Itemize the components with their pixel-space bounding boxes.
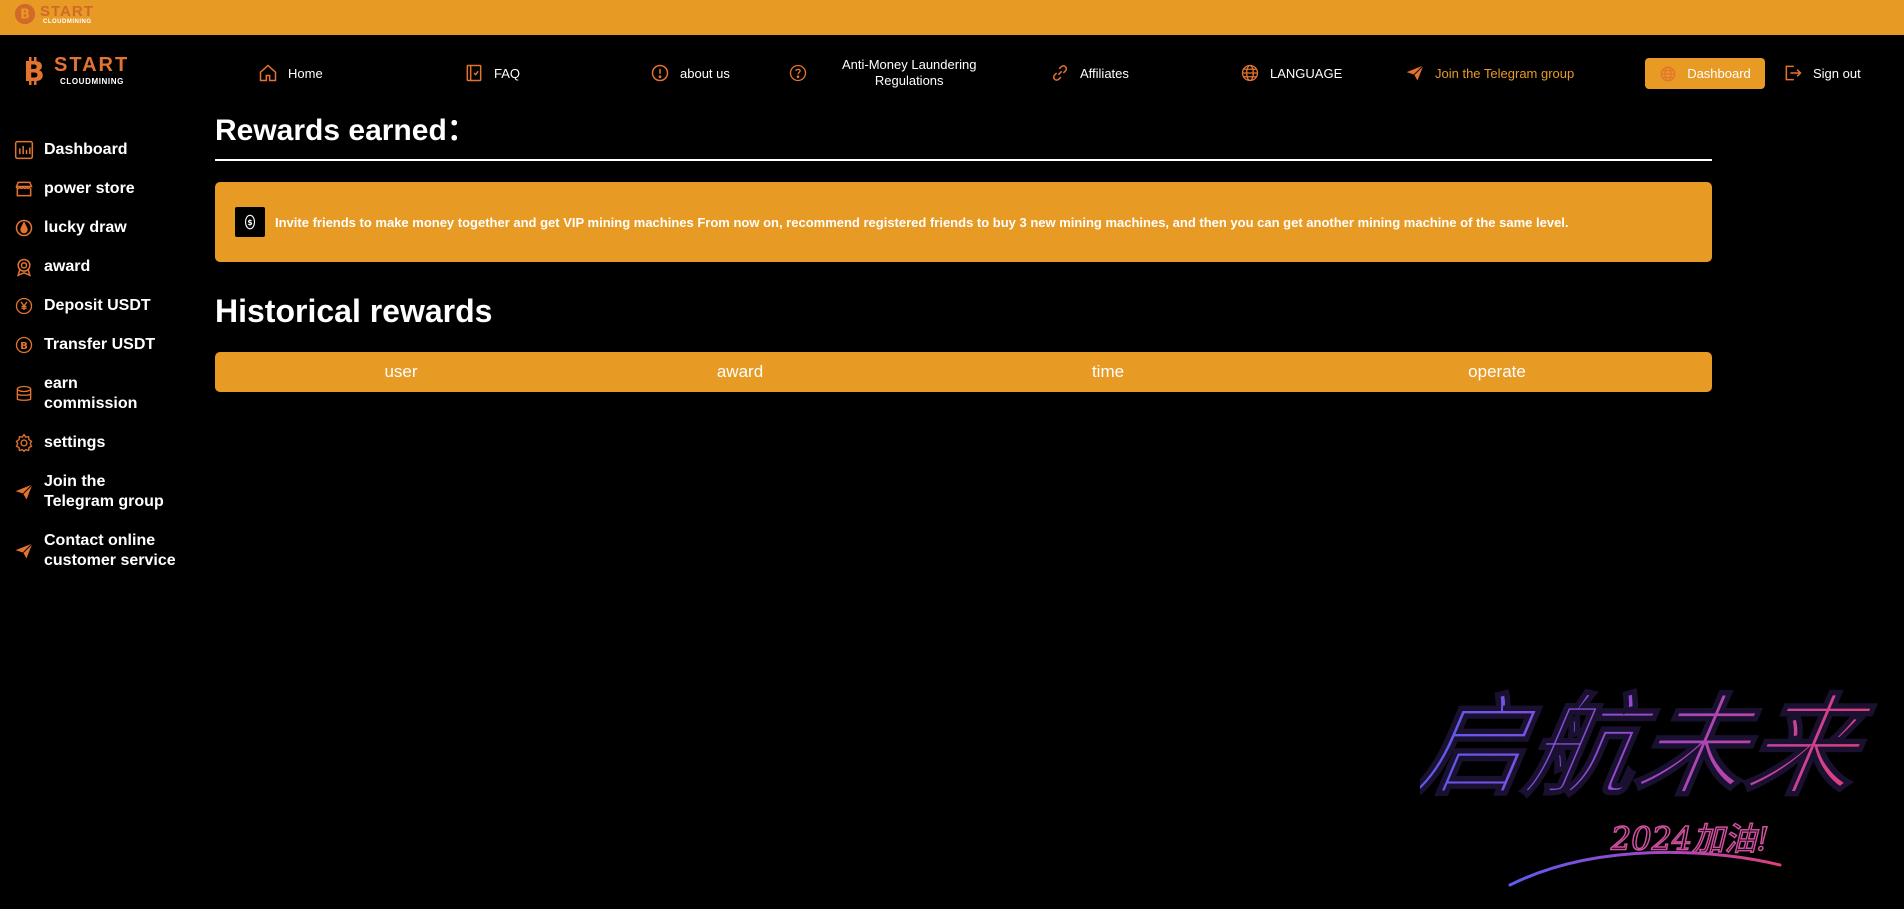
sidebar-item-settings[interactable]: settings — [14, 433, 105, 453]
sidebar-item-label-line2: Telegram group — [44, 493, 164, 510]
nav-affiliates-label: Affiliates — [1080, 65, 1129, 81]
sidebar-item-label-line1: Join the — [44, 473, 106, 490]
mini-logo[interactable]: B START CLOUDMINING — [14, 3, 94, 25]
sidebar-item-lucky-draw[interactable]: lucky draw — [14, 218, 127, 238]
sidebar-item-dashboard[interactable]: Dashboard — [14, 140, 128, 160]
drop-icon — [15, 219, 33, 237]
sidebar-item-power-store[interactable]: power store — [14, 179, 135, 199]
invite-notice-text: Invite friends to make money together an… — [275, 214, 1569, 230]
nav-signout-label: Sign out — [1813, 65, 1861, 81]
bitcoin-coin-icon: B — [14, 3, 36, 25]
sidebar-item-label: power store — [44, 180, 135, 197]
mini-logo-sub: CLOUDMINING — [43, 18, 92, 25]
divider — [215, 159, 1712, 161]
nav-signout[interactable]: Sign out — [1783, 35, 1861, 111]
nav-about-label: about us — [680, 65, 730, 81]
bitcoin-icon: B — [15, 336, 33, 354]
brand-subtitle: CLOUDMINING — [60, 77, 124, 86]
sidebar-item-label: Deposit USDT — [44, 297, 151, 314]
sidebar-item-transfer-usdt[interactable]: B Transfer USDT — [14, 335, 155, 355]
top-banner: B START CLOUDMINING — [0, 0, 1904, 35]
sidebar-item-award[interactable]: award — [14, 257, 90, 277]
bar-chart-icon — [14, 140, 34, 160]
question-circle-icon — [789, 64, 807, 82]
link-icon — [1052, 65, 1068, 81]
globe-icon — [1660, 66, 1676, 81]
bitcoin-logo-icon: B — [23, 56, 44, 86]
nav-aml-line2: Regulations — [874, 73, 944, 88]
sidebar-item-label-line1: Contact online — [44, 532, 156, 549]
svg-text:启航未来: 启航未来 — [1420, 683, 1881, 812]
nav-faq-label: FAQ — [494, 65, 521, 81]
sidebar-item-label-line1: earn — [44, 375, 78, 392]
sidebar-item-label: lucky draw — [44, 219, 127, 236]
home-icon — [259, 64, 277, 82]
svg-text:$: $ — [247, 218, 252, 227]
globe-icon — [1241, 64, 1259, 82]
nav-telegram-label: Join the Telegram group — [1435, 65, 1575, 81]
dashboard-button[interactable]: Dashboard — [1645, 58, 1765, 89]
nav-language[interactable]: LANGUAGE — [1240, 35, 1342, 111]
mini-logo-title: START — [40, 2, 94, 20]
nav-telegram[interactable]: Join the Telegram group — [1405, 35, 1574, 111]
gear-icon — [15, 433, 33, 453]
nav-home-label: Home — [288, 65, 323, 81]
paper-plane-icon — [15, 484, 33, 500]
column-header-award: award — [716, 362, 764, 381]
rewards-earned-title: Rewards earned： — [215, 114, 477, 147]
coin-badge-icon: $ — [235, 207, 265, 237]
sidebar-item-telegram[interactable]: Join the Telegram group — [14, 472, 164, 512]
svg-text:B: B — [20, 8, 30, 23]
column-header-time: time — [1091, 362, 1125, 381]
invite-notice: $ Invite friends to make money together … — [215, 182, 1712, 262]
column-header-user: user — [384, 362, 418, 381]
sidebar-item-label: Dashboard — [44, 141, 128, 158]
svg-text:B: B — [20, 341, 28, 352]
nav-about[interactable]: about us — [650, 35, 730, 111]
column-header-operate: operate — [1468, 362, 1526, 381]
brand-title: START — [54, 54, 130, 76]
exclamation-circle-icon — [651, 64, 669, 82]
sidebar-item-label: settings — [44, 434, 106, 451]
sidebar-item-label-line2: commission — [44, 395, 138, 412]
store-icon — [15, 181, 33, 197]
paper-plane-icon — [1406, 65, 1424, 81]
sign-out-icon — [1785, 65, 1802, 81]
nav-aml[interactable]: Anti-Money Laundering Regulations — [788, 35, 976, 111]
brand-logo[interactable]: B START CLOUDMINING — [20, 55, 129, 86]
medal-icon — [17, 258, 31, 277]
nav-faq[interactable]: FAQ — [464, 35, 520, 111]
dashboard-button-label: Dashboard — [1687, 66, 1751, 81]
sidebar-item-label: award — [44, 258, 91, 275]
header: B START CLOUDMINING Home FAQ about us An… — [0, 35, 1904, 111]
calligraphy-main-text: 启航未来 — [1420, 682, 1882, 813]
database-icon — [16, 385, 32, 401]
calligraphy-decoration: 启航未来 2024加油! — [1420, 682, 1882, 887]
historical-rewards-title: Historical rewards — [215, 293, 493, 329]
nav-aml-line1: Anti-Money Laundering — [842, 57, 977, 72]
sidebar-item-customer-service[interactable]: Contact online customer service — [14, 531, 176, 571]
sidebar-item-deposit-usdt[interactable]: Deposit USDT — [14, 296, 151, 316]
rewards-table-header: user award time operate — [215, 352, 1712, 392]
sidebar-item-label: Transfer USDT — [44, 336, 156, 353]
sidebar-item-earn-commission[interactable]: earn commission — [14, 374, 137, 414]
yen-coin-icon — [15, 297, 33, 315]
nav-home[interactable]: Home — [258, 35, 323, 111]
paper-plane-icon — [15, 543, 33, 559]
sidebar-item-label-line2: customer service — [44, 552, 176, 569]
nav-language-label: LANGUAGE — [1270, 65, 1343, 81]
nav-affiliates[interactable]: Affiliates — [1050, 35, 1129, 111]
book-icon — [466, 64, 482, 82]
